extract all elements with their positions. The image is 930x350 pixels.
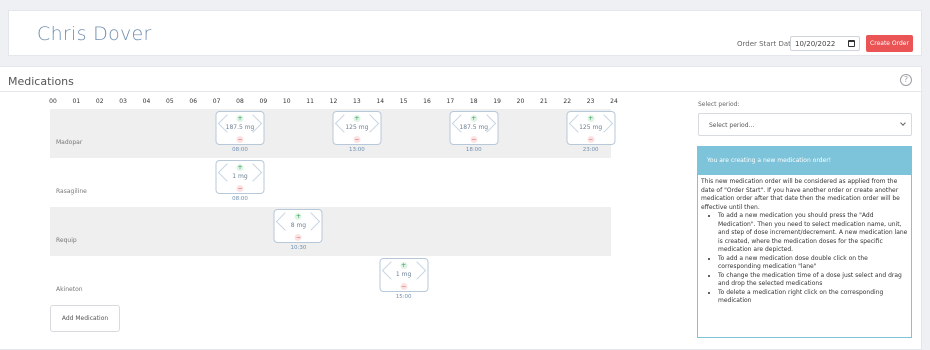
dose-amount: 125 mg (579, 124, 603, 131)
hour-tick-label: 22 (563, 98, 572, 105)
decrease-dose-icon[interactable]: − (470, 136, 478, 143)
select-period-label: Select period: (698, 101, 740, 108)
order-start-date-input[interactable]: 10/20/2022 (790, 36, 860, 51)
hour-tick-label: 21 (540, 98, 548, 105)
dose-time: 08:00 (232, 147, 248, 153)
increase-dose-icon[interactable]: + (400, 262, 408, 269)
dose-card[interactable]: +1 mg − (379, 258, 429, 292)
dose-card[interactable]: +8 mg − (273, 209, 323, 243)
dose-amount: 125 mg (345, 124, 369, 131)
hour-tick-label: 00 (49, 98, 57, 105)
decrease-dose-icon[interactable]: − (236, 185, 244, 192)
medication-lane[interactable]: Rasagiline (50, 158, 611, 207)
order-start-date-value: 10/20/2022 (795, 40, 836, 48)
dose-time: 10:30 (290, 245, 307, 251)
dose-card[interactable]: +125 mg − (332, 111, 382, 145)
hour-tick-label: 11 (306, 98, 314, 105)
dose-amount: 187.5 mg (459, 124, 489, 131)
decrease-dose-icon[interactable]: − (353, 136, 361, 143)
info-title: You are creating a new medication order! (697, 146, 912, 175)
info-list-item: To change the medication time of a dose … (718, 272, 908, 289)
dose-time: 23:00 (582, 147, 599, 153)
patient-header: Chris Dover Order Start Date: 10/20/2022… (8, 10, 922, 56)
dose-card[interactable]: +1 mg − (215, 160, 265, 194)
increase-dose-icon[interactable]: + (294, 213, 302, 220)
hour-tick-label: 19 (493, 98, 501, 105)
hour-tick-label: 20 (516, 98, 525, 105)
hour-tick-label: 07 (212, 98, 221, 105)
hour-tick-label: 03 (119, 98, 127, 105)
create-order-button[interactable]: Create Order (866, 35, 913, 52)
info-box: This new medication order will be consid… (697, 175, 912, 338)
hour-tick-label: 24 (610, 98, 618, 105)
hour-tick-label: 13 (353, 98, 361, 105)
info-intro: This new medication order will be consid… (701, 178, 900, 211)
medication-lane-name: Rasagiline (56, 188, 87, 195)
dose-card[interactable]: +125 mg − (566, 111, 616, 145)
order-start-label: Order Start Date: (737, 40, 798, 48)
info-list-item: To add a new medication dose double clic… (718, 255, 908, 272)
dose-time: 13:00 (348, 147, 365, 153)
increase-dose-icon[interactable]: + (470, 115, 478, 122)
select-period-value: Select period... (709, 122, 755, 129)
medication-lane-name: Akineton (56, 286, 83, 293)
dose-time: 15:00 (395, 294, 412, 300)
increase-dose-icon[interactable]: + (587, 115, 595, 122)
chevron-down-icon (900, 120, 906, 126)
hour-tick-label: 15 (399, 98, 408, 105)
hour-tick-label: 16 (423, 98, 431, 105)
calendar-icon[interactable] (848, 40, 855, 47)
decrease-dose-icon[interactable]: − (587, 136, 595, 143)
medication-lane-name: Madopar (56, 139, 83, 146)
select-period-dropdown[interactable]: Select period... (698, 113, 912, 136)
medications-title: Medications (8, 75, 74, 88)
increase-dose-icon[interactable]: + (236, 164, 244, 171)
hour-tick-label: 14 (376, 98, 385, 105)
dose-card[interactable]: +187.5 mg − (215, 111, 265, 145)
hour-tick-label: 23 (586, 98, 595, 105)
hour-tick-label: 05 (166, 98, 174, 105)
dose-amount: 1 mg (395, 271, 412, 278)
hour-tick-label: 12 (329, 98, 338, 105)
panel-divider (0, 91, 922, 92)
hour-tick-label: 18 (469, 98, 478, 105)
dose-amount: 1 mg (232, 173, 248, 180)
hour-tick-label: 06 (189, 98, 198, 105)
medication-lane[interactable]: Requip (50, 207, 611, 256)
hour-tick-label: 09 (259, 98, 268, 105)
hour-tick-label: 04 (142, 98, 151, 105)
dose-card[interactable]: +187.5 mg − (449, 111, 499, 145)
patient-name: Chris Dover (37, 23, 152, 45)
medication-lane[interactable]: Madopar (50, 109, 611, 158)
dose-amount: 8 mg (290, 222, 307, 229)
hour-tick-label: 02 (95, 98, 104, 105)
decrease-dose-icon[interactable]: − (294, 234, 302, 241)
hour-tick-label: 10 (282, 98, 291, 105)
add-medication-button[interactable]: Add Medication (50, 305, 120, 332)
hour-tick-label: 08 (236, 98, 244, 105)
decrease-dose-icon[interactable]: − (400, 283, 408, 290)
dose-amount: 187.5 mg (225, 124, 255, 131)
dose-time: 08:00 (232, 196, 248, 202)
hour-axis: 00 01 02 03 04 05 06 07 08 09 10 11 12 13 14 15 16 17 18 19… (0, 98, 680, 108)
medication-lane[interactable]: Akineton (50, 256, 611, 305)
info-list: To add a new medication you should press… (701, 212, 908, 306)
hour-tick-label: 01 (72, 98, 81, 105)
medication-lane-name: Requip (56, 237, 77, 244)
info-list-item: To add a new medication you should press… (718, 212, 908, 255)
help-icon[interactable]: ? (900, 74, 912, 86)
increase-dose-icon[interactable]: + (353, 115, 361, 122)
decrease-dose-icon[interactable]: − (236, 136, 244, 143)
increase-dose-icon[interactable]: + (236, 115, 244, 122)
dose-time: 18:00 (465, 147, 482, 153)
info-list-item: To delete a medication right click on th… (718, 289, 908, 306)
hour-tick-label: 17 (446, 98, 455, 105)
